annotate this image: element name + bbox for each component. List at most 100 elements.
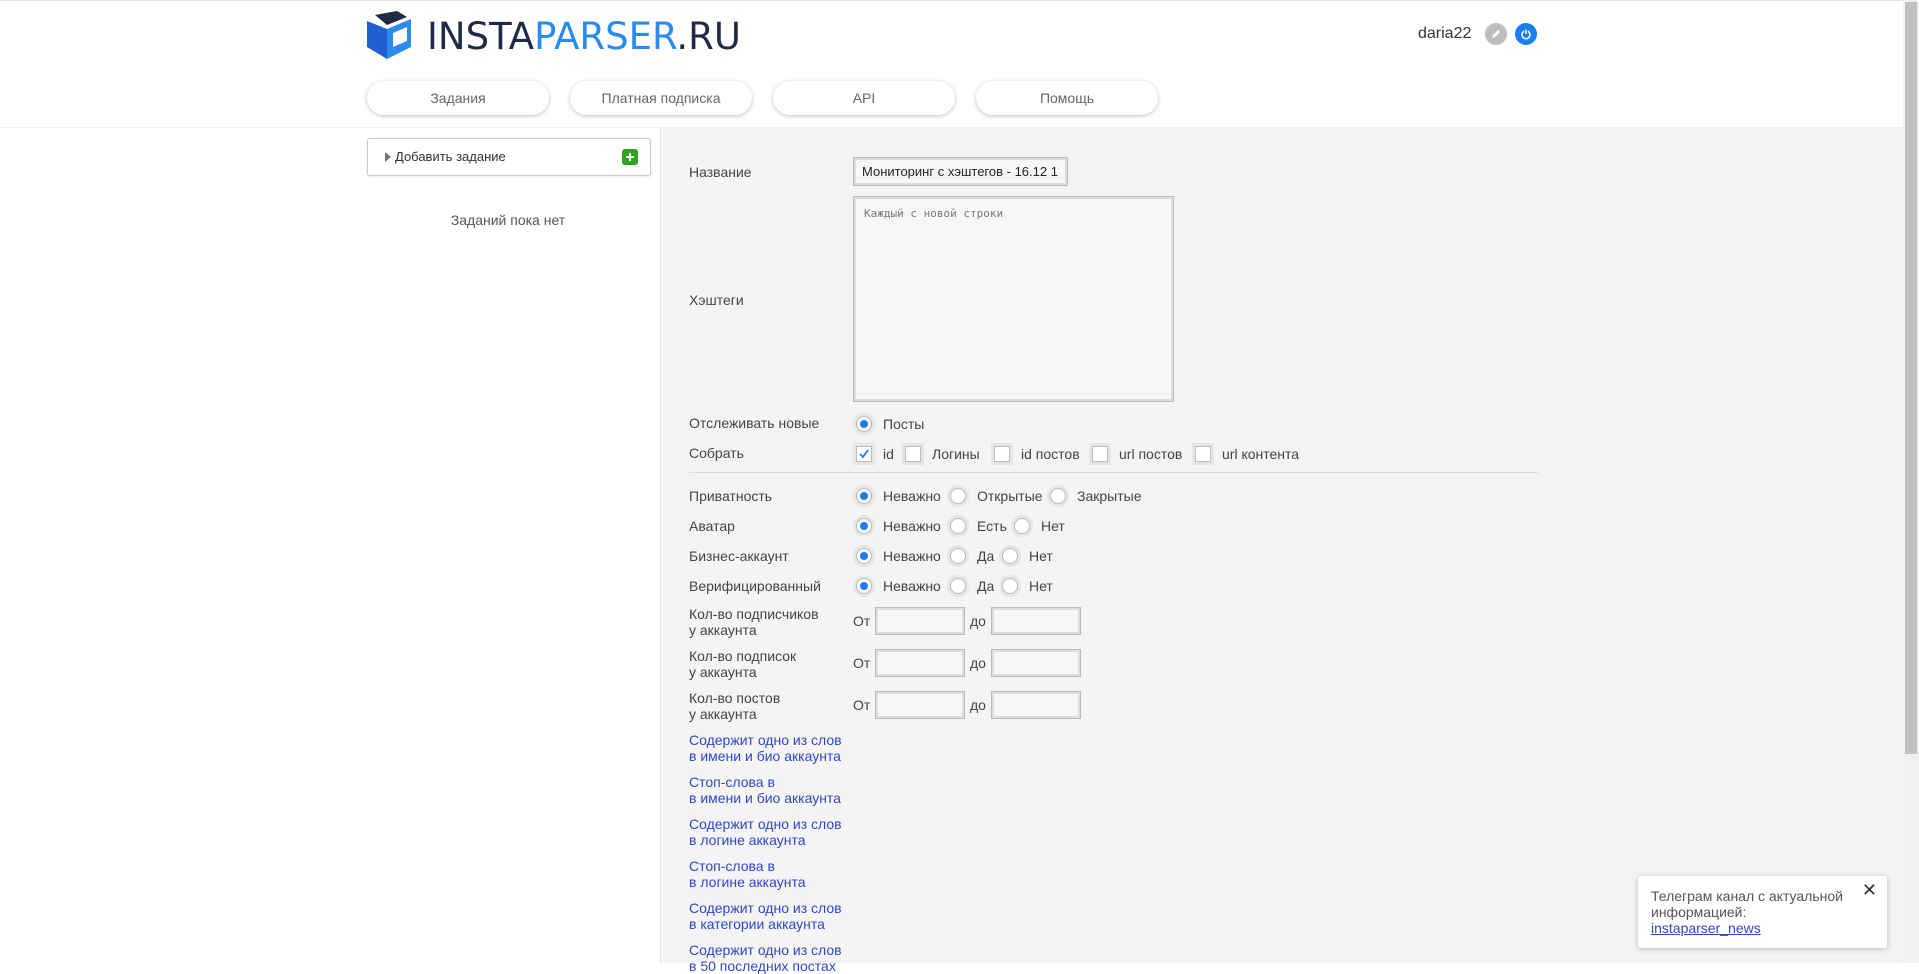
logout-button[interactable] [1515, 23, 1538, 45]
logo-cube-icon [367, 11, 411, 59]
radio-selected[interactable] [856, 578, 872, 594]
filter-link-category-contains[interactable]: Содержит одно из слов в категории аккаунт… [689, 900, 842, 932]
radio[interactable] [1014, 518, 1030, 534]
task-name-input[interactable] [853, 157, 1068, 186]
nav-tasks[interactable]: Задания [367, 81, 549, 115]
followers-from-label: От [853, 613, 871, 629]
privacy-closed-option[interactable]: Закрытые [1050, 488, 1141, 504]
logo-part-parser: PARSER [534, 14, 677, 58]
business-yes-option[interactable]: Да [950, 548, 994, 564]
posts-range-line1: Кол-во постов [689, 690, 781, 706]
radio[interactable] [950, 488, 966, 504]
caret-right-icon [385, 152, 391, 162]
nav-api[interactable]: API [773, 81, 955, 115]
privacy-open-label: Открытые [977, 488, 1043, 504]
top-header: INSTAPARSER.RU daria22 [0, 0, 1919, 70]
radio-selected[interactable] [856, 488, 872, 504]
collect-content-urls-option[interactable]: url контента [1195, 446, 1299, 462]
verified-no-option[interactable]: Нет [1002, 578, 1053, 594]
telegram-notification: Телеграм канал с актуальной информацией:… [1638, 876, 1887, 948]
avatar-no-label: Нет [1041, 518, 1065, 534]
business-yes-label: Да [977, 548, 995, 564]
radio-selected[interactable] [856, 416, 872, 432]
posts-to-input[interactable] [991, 691, 1081, 719]
filter-link-line2: в категории аккаунта [689, 916, 825, 932]
following-from-input[interactable] [875, 649, 965, 677]
business-no-option[interactable]: Нет [1002, 548, 1053, 564]
radio-selected[interactable] [856, 518, 872, 534]
filter-link-login-stopwords[interactable]: Стоп-слова вв логине аккаунта [689, 858, 806, 890]
user-area: daria22 [1418, 23, 1545, 45]
filter-link-posts-contains[interactable]: Содержит одно из слов в 50 последних пост… [689, 942, 842, 974]
filter-link-login-contains[interactable]: Содержит одно из слов в логине аккаунта [689, 816, 842, 848]
verified-yes-label: Да [977, 578, 995, 594]
avatar-yes-option[interactable]: Есть [950, 518, 1007, 534]
radio-selected[interactable] [856, 548, 872, 564]
posts-range-line2: у аккаунта [689, 706, 757, 722]
posts-range-label: Кол-во постов у аккаунта [689, 690, 780, 722]
business-label: Бизнес-аккаунт [689, 548, 789, 564]
filter-link-bio-contains[interactable]: Содержит одно из слов в имени и био аккау… [689, 732, 842, 764]
filter-link-bio-stopwords[interactable]: Стоп-слова вв имени и био аккаунта [689, 774, 841, 806]
privacy-open-option[interactable]: Открытые [950, 488, 1043, 504]
followers-from-input[interactable] [875, 607, 965, 635]
collect-logins-option[interactable]: Логины [905, 446, 980, 462]
radio[interactable] [950, 548, 966, 564]
verified-label: Верифицированный [689, 578, 821, 594]
logo-part-ru: .RU [676, 14, 741, 58]
collect-post-urls-option[interactable]: url постов [1092, 446, 1182, 462]
checkbox[interactable] [1195, 446, 1211, 462]
checkbox[interactable] [994, 446, 1010, 462]
radio[interactable] [1002, 548, 1018, 564]
telegram-channel-link[interactable]: instaparser_news [1651, 920, 1761, 936]
edit-profile-button[interactable] [1485, 23, 1508, 45]
following-to-input[interactable] [991, 649, 1081, 677]
site-logo[interactable]: INSTAPARSER.RU [367, 11, 741, 61]
verified-no-label: Нет [1029, 578, 1053, 594]
privacy-closed-label: Закрытые [1077, 488, 1142, 504]
posts-from-input[interactable] [875, 691, 965, 719]
page-scrollbar[interactable] [1903, 0, 1919, 963]
collect-post-ids-option[interactable]: id постов [994, 446, 1080, 462]
close-icon[interactable]: ✕ [1862, 881, 1877, 899]
filter-link-line2: в имени и био аккаунта [689, 790, 841, 806]
checkbox[interactable] [905, 446, 921, 462]
task-sidebar: Добавить задание Заданий пока нет [0, 128, 660, 963]
collect-logins-label: Логины [932, 446, 980, 462]
add-task-button[interactable]: Добавить задание [367, 138, 651, 176]
avatar-no-option[interactable]: Нет [1014, 518, 1065, 534]
radio[interactable] [1050, 488, 1066, 504]
add-task-label: Добавить задание [395, 149, 506, 164]
username[interactable]: daria22 [1418, 25, 1471, 43]
avatar-any-option[interactable]: Неважно [856, 518, 941, 534]
radio[interactable] [950, 518, 966, 534]
followers-range-label: Кол-во подписчиков у аккаунта [689, 606, 819, 638]
collect-content-urls-label: url контента [1222, 446, 1300, 462]
privacy-any-option[interactable]: Неважно [856, 488, 941, 504]
followers-range-line2: у аккаунта [689, 622, 757, 638]
track-posts-option[interactable]: Посты [856, 416, 924, 432]
radio[interactable] [950, 578, 966, 594]
verified-yes-option[interactable]: Да [950, 578, 994, 594]
following-range-line2: у аккаунта [689, 664, 757, 680]
collect-post-ids-label: id постов [1021, 446, 1080, 462]
filter-link-line2: в 50 последних постах [689, 958, 836, 974]
checkbox-checked[interactable] [856, 446, 872, 462]
following-to-label: до [970, 655, 986, 671]
business-any-option[interactable]: Неважно [856, 548, 941, 564]
collect-id-option[interactable]: id [856, 446, 894, 462]
logo-part-insta: INSTA [427, 14, 535, 58]
nav-subscription[interactable]: Платная подписка [570, 81, 752, 115]
radio[interactable] [1002, 578, 1018, 594]
plus-icon[interactable] [622, 149, 638, 165]
business-no-label: Нет [1029, 548, 1053, 564]
hashtags-textarea[interactable]: Каждый с новой строки [853, 196, 1174, 402]
nav-help[interactable]: Помощь [976, 81, 1158, 115]
verified-any-option[interactable]: Неважно [856, 578, 941, 594]
avatar-yes-label: Есть [977, 518, 1007, 534]
checkbox[interactable] [1092, 446, 1108, 462]
scrollbar-thumb[interactable] [1905, 2, 1917, 754]
following-from-label: От [853, 655, 871, 671]
followers-to-input[interactable] [991, 607, 1081, 635]
filter-link-line2: в логине аккаунта [689, 832, 806, 848]
